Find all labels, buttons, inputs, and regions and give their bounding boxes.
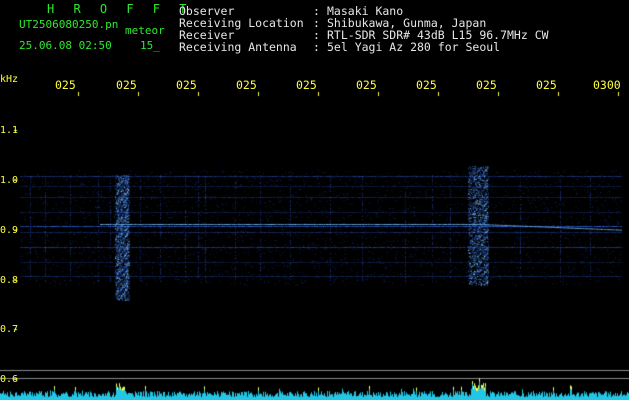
spectrogram-window: H R O F F T UT2506080250.pn meteor 25.06… [0,0,629,400]
x-tick-label: 025 [176,78,197,92]
y-tick-label: 1.1 [0,125,19,136]
x-tick-label: 025 [296,78,317,92]
antenna-value: 5el Yagi Az 280 for Seoul [327,40,501,54]
app-title: H R O F F T [47,2,193,16]
x-tick-label: 025 [116,78,137,92]
capture-seconds: 15_ [140,39,160,52]
y-tick-label: 0.8 [0,275,19,286]
x-tick-label: 025 [536,78,557,92]
x-tick-label: 025 [356,78,377,92]
x-tick-label: 025 [55,78,76,92]
x-tick-label: 025 [236,78,257,92]
x-tick-label: 025 [416,78,437,92]
spectrogram-plot [0,0,629,400]
x-tick-label: 0300 [593,78,621,92]
y-tick-label: 1.0 [0,175,19,186]
y-tick-label: 0.9 [0,225,19,236]
antenna-colon: : [313,40,320,54]
antenna-label: Receiving Antenna [179,40,297,54]
y-tick-label: 0.7 [0,324,19,335]
image-filename: UT2506080250.pn [19,18,119,31]
capture-datetime: 25.06.08 02:50 [19,39,112,52]
y-axis-unit: kHz [0,74,19,85]
x-tick-label: 025 [476,78,497,92]
meteor-label: meteor [125,24,165,37]
y-tick-label: 0.6 [0,374,19,385]
